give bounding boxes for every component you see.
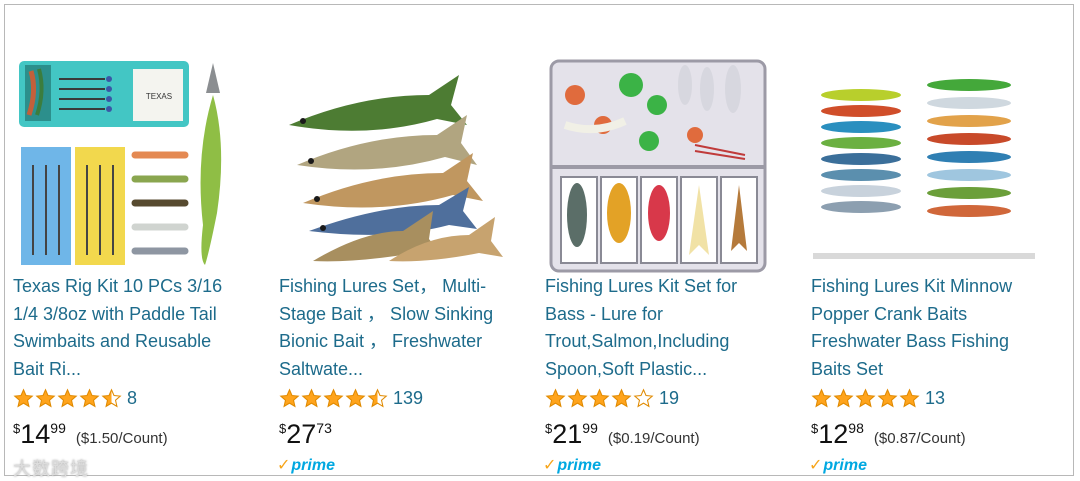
check-icon: ✓ bbox=[543, 457, 557, 474]
rating[interactable]: 8 bbox=[13, 388, 137, 409]
star-full-icon bbox=[877, 388, 898, 408]
watermark-logo: 大数跨境 bbox=[13, 459, 89, 480]
price: $ 14 99 ($1.50/Count) bbox=[13, 417, 168, 451]
star-full-icon bbox=[833, 388, 854, 408]
product-title-link[interactable]: Fishing Lures Set， Multi-Stage Bait ， Sl… bbox=[279, 273, 507, 383]
rating[interactable]: 19 bbox=[545, 388, 679, 409]
star-full-icon bbox=[345, 388, 366, 408]
product-title-link[interactable]: Fishing Lures Kit Set for Bass - Lure fo… bbox=[545, 273, 773, 383]
star-full-icon bbox=[301, 388, 322, 408]
star-full-icon bbox=[13, 388, 34, 408]
price-currency: $ bbox=[811, 421, 819, 436]
review-count-link[interactable]: 13 bbox=[925, 388, 945, 409]
price: $ 12 98 ($0.87/Count) bbox=[811, 417, 966, 451]
star-rating bbox=[279, 388, 388, 409]
product-card[interactable]: Fishing Lures Kit Set for Bass - Lure fo… bbox=[539, 5, 779, 475]
prime-label: prime bbox=[823, 457, 867, 474]
star-rating bbox=[811, 388, 920, 409]
product-card[interactable]: Fishing Lures Kit Minnow Popper Crank Ba… bbox=[805, 5, 1045, 475]
price-currency: $ bbox=[545, 421, 553, 436]
price: $ 27 73 bbox=[279, 417, 332, 451]
product-card[interactable]: TEXAS Texas Rig Kit 10 PCs 3/16 1/4 3/8o… bbox=[7, 5, 247, 480]
price-whole: 14 bbox=[20, 419, 51, 449]
star-full-icon bbox=[855, 388, 876, 408]
star-empty-icon bbox=[633, 388, 654, 408]
prime-badge: ✓prime bbox=[543, 455, 601, 475]
product-image-minnow-kit[interactable] bbox=[811, 55, 1039, 275]
unit-price: ($0.19/Count) bbox=[607, 430, 700, 447]
star-full-icon bbox=[567, 388, 588, 408]
price-whole: 27 bbox=[286, 419, 317, 449]
product-image-swimbait-set[interactable] bbox=[279, 55, 507, 275]
star-rating bbox=[545, 388, 654, 409]
product-title-link[interactable]: Texas Rig Kit 10 PCs 3/16 1/4 3/8oz with… bbox=[13, 273, 241, 383]
star-full-icon bbox=[589, 388, 610, 408]
prime-badge: ✓prime bbox=[277, 455, 335, 475]
prime-badge: ✓prime bbox=[809, 455, 867, 475]
star-full-icon bbox=[811, 388, 832, 408]
unit-price: ($0.87/Count) bbox=[873, 430, 966, 447]
price-fraction: 99 bbox=[50, 420, 66, 436]
star-full-icon bbox=[79, 388, 100, 408]
review-count-link[interactable]: 19 bbox=[659, 388, 679, 409]
price-whole: 21 bbox=[552, 419, 583, 449]
star-full-icon bbox=[899, 388, 920, 408]
star-rating bbox=[13, 388, 122, 409]
review-count-link[interactable]: 139 bbox=[393, 388, 423, 409]
price-fraction: 99 bbox=[582, 420, 598, 436]
product-grid: TEXAS Texas Rig Kit 10 PCs 3/16 1/4 3/8o… bbox=[4, 4, 1074, 480]
product-title-link[interactable]: Fishing Lures Kit Minnow Popper Crank Ba… bbox=[811, 273, 1039, 383]
rating[interactable]: 13 bbox=[811, 388, 945, 409]
unit-price: ($1.50/Count) bbox=[75, 430, 168, 447]
star-half-icon bbox=[367, 388, 388, 408]
star-full-icon bbox=[279, 388, 300, 408]
star-full-icon bbox=[323, 388, 344, 408]
price: $ 21 99 ($0.19/Count) bbox=[545, 417, 700, 451]
price-fraction: 73 bbox=[316, 420, 332, 436]
check-icon: ✓ bbox=[809, 457, 823, 474]
product-card[interactable]: Fishing Lures Set， Multi-Stage Bait ， Sl… bbox=[273, 5, 513, 475]
product-image-texas-rig-kit[interactable]: TEXAS bbox=[13, 55, 241, 275]
star-full-icon bbox=[57, 388, 78, 408]
prime-label: prime bbox=[557, 457, 601, 474]
price-whole: 12 bbox=[818, 419, 849, 449]
check-icon: ✓ bbox=[277, 457, 291, 474]
star-full-icon bbox=[35, 388, 56, 408]
star-half-icon bbox=[101, 388, 122, 408]
price-currency: $ bbox=[279, 421, 287, 436]
rating[interactable]: 139 bbox=[279, 388, 423, 409]
product-image-lures-kit-box[interactable] bbox=[545, 55, 773, 275]
price-currency: $ bbox=[13, 421, 21, 436]
price-fraction: 98 bbox=[848, 420, 864, 436]
prime-label: prime bbox=[291, 457, 335, 474]
star-full-icon bbox=[611, 388, 632, 408]
svg-text:TEXAS: TEXAS bbox=[146, 92, 172, 101]
star-full-icon bbox=[545, 388, 566, 408]
review-count-link[interactable]: 8 bbox=[127, 388, 137, 409]
